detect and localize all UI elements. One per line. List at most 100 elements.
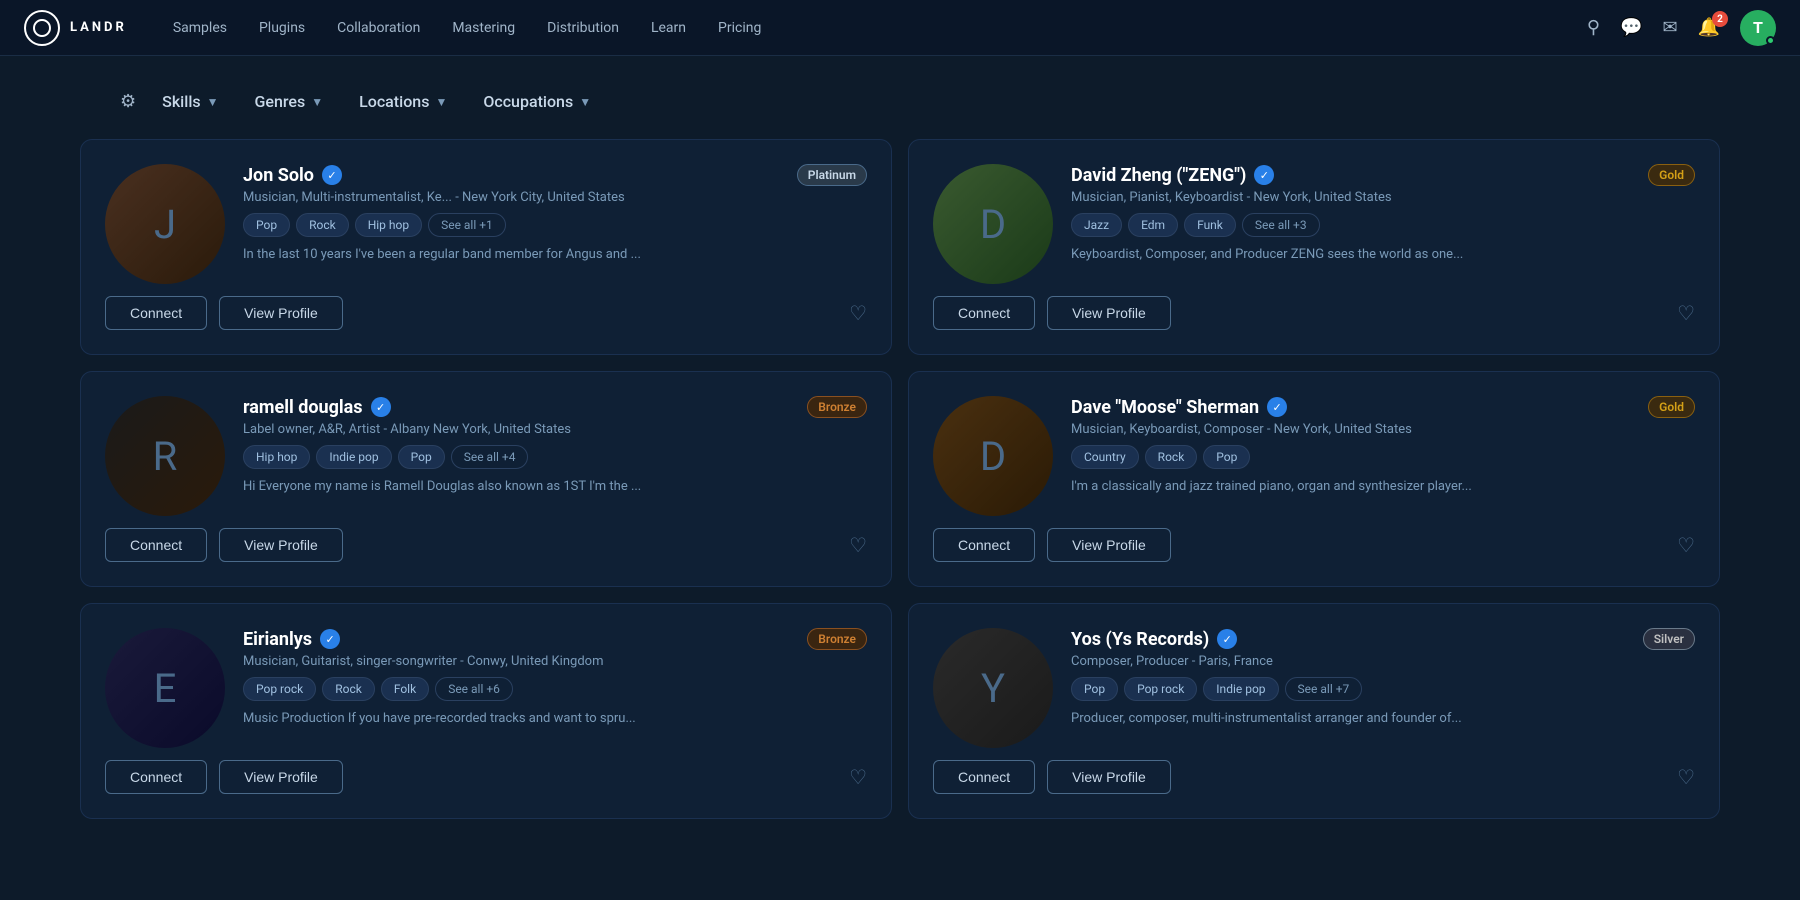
view-profile-button[interactable]: View Profile [1047, 528, 1171, 562]
profile-name: Yos (Ys Records) [1071, 629, 1209, 650]
profile-subtitle: Musician, Pianist, Keyboardist - New Yor… [1071, 190, 1695, 205]
email-icon[interactable]: ✉ [1662, 17, 1677, 38]
avatar: R [105, 396, 225, 516]
genre-tag: Pop [243, 213, 290, 237]
verified-icon: ✓ [1217, 629, 1237, 649]
genre-tag: Pop [1071, 677, 1118, 701]
favorite-button[interactable]: ♡ [1677, 533, 1695, 558]
genre-tag: Jazz [1071, 213, 1122, 237]
nav-samples[interactable]: Samples [159, 12, 241, 44]
tier-badge: Bronze [807, 396, 867, 418]
verified-icon: ✓ [371, 397, 391, 417]
nav-learn[interactable]: Learn [637, 12, 700, 44]
genre-tag: Pop rock [243, 677, 316, 701]
filter-settings-icon[interactable]: ⚙ [120, 91, 136, 112]
see-all-tags[interactable]: See all +7 [1285, 677, 1363, 701]
connect-button[interactable]: Connect [105, 760, 207, 794]
card-top: R ramell douglas ✓ Bronze Label owner, A… [105, 396, 867, 516]
user-avatar[interactable]: T [1740, 10, 1776, 46]
tags-row: Pop rockRockFolk See all +6 [243, 677, 867, 701]
favorite-button[interactable]: ♡ [1677, 301, 1695, 326]
profile-card-jon-solo: J Jon Solo ✓ Platinum Musician, Multi-in… [80, 139, 892, 355]
see-all-tags[interactable]: See all +1 [428, 213, 506, 237]
nav-plugins[interactable]: Plugins [245, 12, 319, 44]
nav-mastering[interactable]: Mastering [438, 12, 529, 44]
genre-tag: Rock [296, 213, 349, 237]
nav-collaboration[interactable]: Collaboration [323, 12, 434, 44]
see-all-tags[interactable]: See all +3 [1242, 213, 1320, 237]
nav-pricing[interactable]: Pricing [704, 12, 775, 44]
avatar-wrap: E [105, 628, 225, 748]
card-top: D David Zheng ("ZENG") ✓ Gold Musician, … [933, 164, 1695, 284]
genre-tag: Country [1071, 445, 1139, 469]
filters-bar: ⚙ Skills ▼ Genres ▼ Locations ▼ Occupati… [0, 56, 1800, 139]
header-right: ⚲ 💬 ✉ 🔔 2 T [1587, 10, 1776, 46]
tier-badge: Gold [1648, 396, 1695, 418]
genre-tag: Folk [381, 677, 429, 701]
occupations-filter[interactable]: Occupations ▼ [469, 84, 605, 119]
card-name-row: Jon Solo ✓ Platinum [243, 164, 867, 186]
card-info: David Zheng ("ZENG") ✓ Gold Musician, Pi… [1071, 164, 1695, 265]
card-info: Jon Solo ✓ Platinum Musician, Multi-inst… [243, 164, 867, 265]
online-status [1766, 36, 1775, 45]
card-name-row: Eirianlys ✓ Bronze [243, 628, 867, 650]
view-profile-button[interactable]: View Profile [219, 296, 343, 330]
connect-button[interactable]: Connect [933, 760, 1035, 794]
nav-distribution[interactable]: Distribution [533, 12, 633, 44]
tags-row: JazzEdmFunk See all +3 [1071, 213, 1695, 237]
genres-filter[interactable]: Genres ▼ [241, 84, 338, 119]
profile-bio: Hi Everyone my name is Ramell Douglas al… [243, 477, 867, 497]
connect-button[interactable]: Connect [105, 528, 207, 562]
chevron-down-icon: ▼ [207, 95, 219, 109]
profile-bio: In the last 10 years I've been a regular… [243, 245, 867, 265]
card-top: Y Yos (Ys Records) ✓ Silver Composer, Pr… [933, 628, 1695, 748]
view-profile-button[interactable]: View Profile [219, 528, 343, 562]
view-profile-button[interactable]: View Profile [1047, 760, 1171, 794]
messages-icon[interactable]: 💬 [1620, 17, 1642, 38]
card-info: ramell douglas ✓ Bronze Label owner, A&R… [243, 396, 867, 497]
favorite-button[interactable]: ♡ [849, 765, 867, 790]
skills-filter[interactable]: Skills ▼ [148, 84, 232, 119]
card-top: D Dave "Moose" Sherman ✓ Gold Musician, … [933, 396, 1695, 516]
avatar: Y [933, 628, 1053, 748]
logo[interactable]: LANDR [24, 10, 127, 46]
genre-tag: Pop [1203, 445, 1250, 469]
connect-button[interactable]: Connect [933, 296, 1035, 330]
chevron-down-icon: ▼ [579, 95, 591, 109]
connect-button[interactable]: Connect [933, 528, 1035, 562]
notification-badge: 2 [1712, 11, 1728, 27]
avatar-wrap: R [105, 396, 225, 516]
see-all-tags[interactable]: See all +4 [451, 445, 529, 469]
card-actions: Connect View Profile ♡ [933, 528, 1695, 562]
locations-filter[interactable]: Locations ▼ [345, 84, 461, 119]
card-name-row: Dave "Moose" Sherman ✓ Gold [1071, 396, 1695, 418]
avatar-wrap: J [105, 164, 225, 284]
tags-row: PopRockHip hop See all +1 [243, 213, 867, 237]
view-profile-button[interactable]: View Profile [219, 760, 343, 794]
profile-name: ramell douglas [243, 397, 363, 418]
favorite-button[interactable]: ♡ [1677, 765, 1695, 790]
search-icon[interactable]: ⚲ [1587, 17, 1600, 38]
card-actions: Connect View Profile ♡ [105, 528, 867, 562]
chevron-down-icon: ▼ [311, 95, 323, 109]
card-top: J Jon Solo ✓ Platinum Musician, Multi-in… [105, 164, 867, 284]
card-actions: Connect View Profile ♡ [105, 760, 867, 794]
tags-row: Hip hopIndie popPop See all +4 [243, 445, 867, 469]
profile-bio: I'm a classically and jazz trained piano… [1071, 477, 1695, 497]
genre-tag: Rock [1145, 445, 1198, 469]
favorite-button[interactable]: ♡ [849, 301, 867, 326]
profile-name: Dave "Moose" Sherman [1071, 397, 1259, 418]
notifications-icon[interactable]: 🔔 2 [1698, 17, 1720, 38]
profile-bio: Keyboardist, Composer, and Producer ZENG… [1071, 245, 1695, 265]
tags-row: CountryRockPop [1071, 445, 1695, 469]
card-info: Dave "Moose" Sherman ✓ Gold Musician, Ke… [1071, 396, 1695, 497]
genre-tag: Hip hop [355, 213, 422, 237]
genre-tag: Pop rock [1124, 677, 1197, 701]
connect-button[interactable]: Connect [105, 296, 207, 330]
view-profile-button[interactable]: View Profile [1047, 296, 1171, 330]
genre-tag: Hip hop [243, 445, 310, 469]
landr-logo-icon [24, 10, 60, 46]
profile-card-ramell-douglas: R ramell douglas ✓ Bronze Label owner, A… [80, 371, 892, 587]
favorite-button[interactable]: ♡ [849, 533, 867, 558]
see-all-tags[interactable]: See all +6 [435, 677, 513, 701]
